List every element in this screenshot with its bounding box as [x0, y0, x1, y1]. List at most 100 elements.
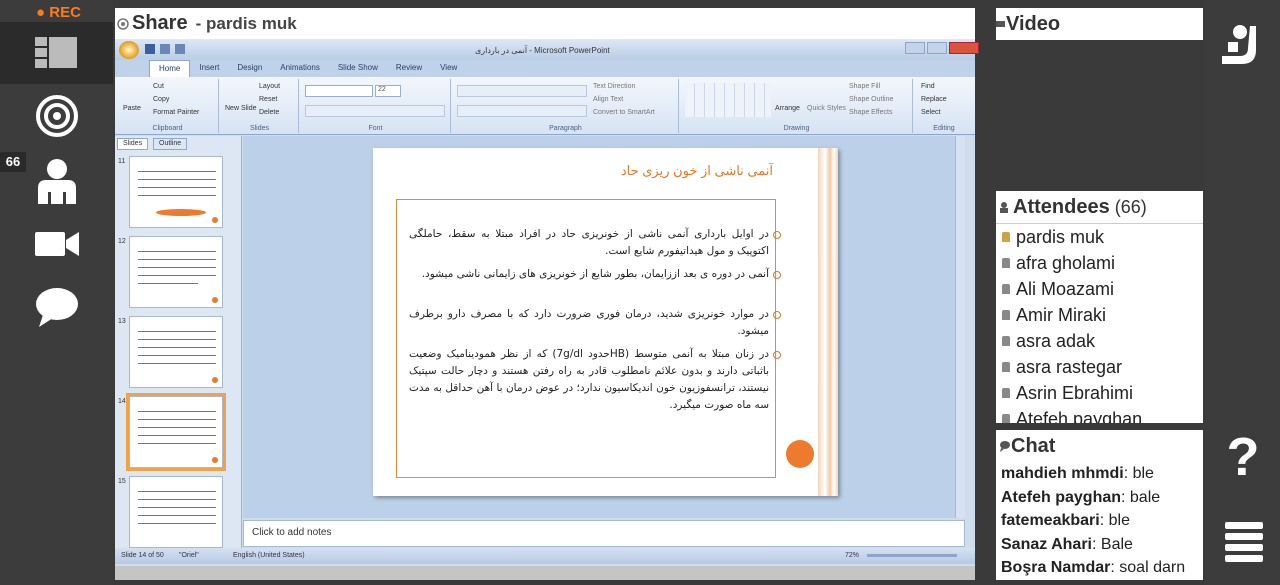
language: English (United States)	[233, 552, 305, 559]
font-size-select[interactable]: 22	[375, 85, 401, 97]
attendee-name: Atefeh payghan	[1016, 408, 1143, 424]
help-button[interactable]: ?	[1221, 426, 1265, 487]
attendee-item[interactable]: asra adak	[996, 328, 1203, 354]
attendee-item[interactable]: Amir Miraki	[996, 302, 1203, 328]
attendee-item[interactable]: pardis muk	[996, 224, 1203, 250]
attendee-item[interactable]: Ali Moazami	[996, 276, 1203, 302]
menu-button[interactable]	[1225, 522, 1263, 564]
vertical-scrollbar[interactable]	[955, 136, 965, 518]
attendee-item[interactable]: Atefeh payghan	[996, 406, 1203, 423]
attendee-list: pardis muk afra gholami Ali Moazami Amir…	[996, 224, 1203, 423]
user-icon	[1002, 362, 1010, 372]
slide-bullet: در اوایل بارداری آنمی ناشی از خونریزی حا…	[409, 226, 781, 260]
raise-hand-icon	[1222, 25, 1256, 64]
attendee-item[interactable]: afra gholami	[996, 250, 1203, 276]
presenter-icon	[1002, 232, 1010, 242]
new-slide-button[interactable]: New Slide	[225, 105, 257, 112]
user-icon	[1002, 336, 1010, 346]
tab-outline[interactable]: Outline	[153, 138, 188, 150]
save-icon[interactable]	[145, 44, 155, 54]
replace-button[interactable]: Replace	[921, 96, 947, 103]
share-footer	[115, 566, 975, 580]
thumb-number: 15	[118, 478, 126, 485]
arrange-button[interactable]: Arrange	[775, 105, 800, 112]
slides-group: New Slide Layout Reset Delete Slides	[221, 79, 299, 133]
align-buttons[interactable]	[457, 105, 587, 117]
shapes-gallery[interactable]	[685, 83, 771, 117]
ppt-status-bar: Slide 14 of 50 "Oriel" English (United S…	[115, 548, 975, 564]
camera-button[interactable]	[0, 213, 113, 275]
find-button[interactable]: Find	[921, 83, 935, 90]
delete-button[interactable]: Delete	[259, 109, 279, 116]
presentation-button[interactable]	[0, 85, 113, 147]
slides-label: Slides	[249, 125, 270, 132]
attendees-header: Attendees (66)	[996, 191, 1203, 224]
list-buttons[interactable]	[457, 85, 587, 97]
attendee-item[interactable]: Asrin Ebrahimi	[996, 380, 1203, 406]
tab-view[interactable]: View	[431, 60, 466, 77]
slide-editor: آنمی ناشی از خون ریزی حاد در اوایل باردا…	[243, 136, 965, 518]
slide-decoration-dot	[786, 440, 814, 468]
user-icon	[1002, 258, 1010, 268]
font-label: Font	[368, 125, 383, 132]
office-button[interactable]	[119, 41, 139, 59]
user-icon	[1002, 284, 1010, 294]
chat-text: : ble	[1123, 465, 1154, 482]
font-format-buttons[interactable]	[305, 105, 445, 117]
shape-fill-button[interactable]: Shape Fill	[849, 83, 880, 90]
current-slide[interactable]: آنمی ناشی از خون ریزی حاد در اوایل باردا…	[373, 148, 838, 496]
undo-icon[interactable]	[160, 44, 170, 54]
chat-sender: mahdieh mhmdi	[1001, 465, 1124, 482]
chat-sender: fatemeakbari	[1001, 512, 1100, 530]
quick-access-toolbar	[145, 44, 235, 56]
format-painter-button[interactable]: Format Painter	[153, 109, 199, 116]
quick-styles-button[interactable]: Quick Styles	[807, 105, 846, 112]
theme-name: "Oriel"	[179, 552, 199, 559]
cut-button[interactable]: Cut	[153, 83, 164, 90]
zoom-slider[interactable]	[867, 554, 957, 557]
raise-hand-button[interactable]	[1220, 22, 1266, 72]
slide-thumbnail[interactable]	[129, 236, 223, 308]
tab-slide-show[interactable]: Slide Show	[329, 60, 387, 77]
slide-thumbnail[interactable]	[129, 156, 223, 228]
chat-button[interactable]	[0, 276, 113, 338]
slide-thumbnail[interactable]	[129, 316, 223, 388]
chat-message: mahdieh mhmdi: ble	[1001, 462, 1203, 486]
redo-icon[interactable]	[175, 44, 185, 54]
notes-area[interactable]: Click to add notes	[243, 520, 965, 547]
video-header: Video	[996, 8, 1203, 40]
attendees-button[interactable]	[0, 150, 113, 212]
slide-thumbnail-selected[interactable]	[126, 393, 226, 471]
tab-insert[interactable]: Insert	[190, 60, 228, 77]
font-family-select[interactable]	[305, 85, 373, 97]
text-direction-button[interactable]: Text Direction	[593, 83, 635, 90]
tab-slides[interactable]: Slides	[117, 138, 149, 150]
chat-messages: mahdieh mhmdi: ble Atefeh payghan: bale …	[996, 462, 1203, 580]
minimize-button[interactable]	[905, 42, 925, 54]
copy-button[interactable]: Copy	[153, 96, 169, 103]
tab-design[interactable]: Design	[228, 60, 271, 77]
close-button[interactable]	[949, 42, 979, 54]
chat-sender: Atefeh payghan	[1001, 488, 1122, 506]
tab-animations[interactable]: Animations	[271, 60, 329, 77]
user-icon	[1002, 414, 1010, 423]
layout-dropdown[interactable]: Layout	[259, 83, 280, 90]
layout-button[interactable]	[0, 22, 113, 84]
thumb-number: 13	[118, 318, 126, 325]
font-group: 22 Font	[301, 79, 451, 133]
reset-button[interactable]: Reset	[259, 96, 277, 103]
clipboard-group: Paste Cut Copy Format Painter Clipboard	[117, 79, 219, 133]
tab-home[interactable]: Home	[149, 60, 191, 77]
tab-review[interactable]: Review	[387, 60, 431, 77]
slide-thumbnail[interactable]	[129, 476, 223, 548]
smartart-button[interactable]: Convert to SmartArt	[593, 109, 655, 116]
maximize-button[interactable]	[927, 42, 947, 54]
attendee-item[interactable]: asra rastegar	[996, 354, 1203, 380]
share-icon	[117, 17, 129, 30]
paste-button[interactable]: Paste	[123, 105, 141, 112]
select-button[interactable]: Select	[921, 109, 940, 116]
shape-effects-button[interactable]: Shape Effects	[849, 109, 892, 116]
align-text-button[interactable]: Align Text	[593, 96, 623, 103]
shape-outline-button[interactable]: Shape Outline	[849, 96, 893, 103]
layout-icon	[34, 37, 77, 68]
